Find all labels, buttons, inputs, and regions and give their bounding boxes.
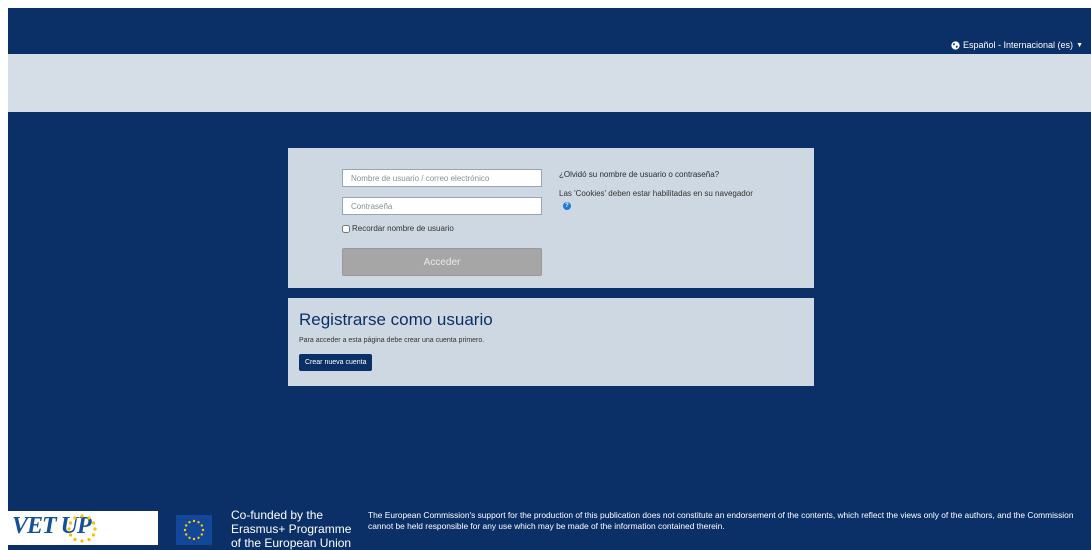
top-navbar: Español - Internacional (es) ▼ — [8, 8, 1091, 54]
signup-title: Registrarse como usuario — [299, 310, 493, 329]
signup-panel: Registrarse como usuario Para acceder a … — [288, 298, 814, 386]
login-panel: Recordar nombre de usuario Acceder ¿Olvi… — [288, 148, 814, 288]
cofunded-line: Erasmus+ Programme — [231, 522, 352, 536]
caret-down-icon: ▼ — [1076, 41, 1083, 49]
eu-disclaimer: The European Commission's support for th… — [368, 510, 1074, 531]
remember-username-label: Recordar nombre de usuario — [352, 224, 454, 233]
forgot-password-link[interactable]: ¿Olvidó su nombre de usuario o contraseñ… — [559, 170, 719, 179]
cookies-notice: Las 'Cookies' deben estar habilitadas en… — [559, 188, 759, 212]
signup-instructions: Para acceder a esta página debe crear un… — [299, 337, 485, 344]
eu-flag-icon — [176, 515, 212, 545]
page-header-band — [8, 54, 1091, 112]
login-button[interactable]: Acceder — [342, 248, 542, 276]
question-circle-icon[interactable]: ? — [563, 201, 571, 210]
cofunded-line: of the European Union — [231, 536, 352, 550]
username-input[interactable] — [342, 169, 542, 187]
erasmus-cofunded-text: Co-funded by the Erasmus+ Programme of t… — [231, 508, 351, 550]
language-label: Español - Internacional (es) — [963, 40, 1074, 50]
create-account-button[interactable]: Crear nueva cuenta — [299, 354, 373, 371]
language-selector[interactable]: Español - Internacional (es) ▼ — [951, 40, 1083, 50]
remember-username-checkbox[interactable] — [342, 224, 350, 233]
vetup-logo: VET UP — [8, 511, 158, 545]
remember-username[interactable]: Recordar nombre de usuario — [342, 224, 454, 233]
cookies-notice-text: Las 'Cookies' deben estar habilitadas en… — [559, 189, 753, 198]
footer: VET UP Co-funded by the Erasmus+ Program… — [8, 503, 1091, 550]
page-frame: Español - Internacional (es) ▼ Recordar … — [8, 8, 1091, 550]
password-input[interactable] — [342, 197, 542, 215]
cofunded-line: Co-funded by the — [231, 508, 324, 522]
star-ring-icon — [67, 514, 97, 543]
globe-icon — [951, 40, 960, 50]
